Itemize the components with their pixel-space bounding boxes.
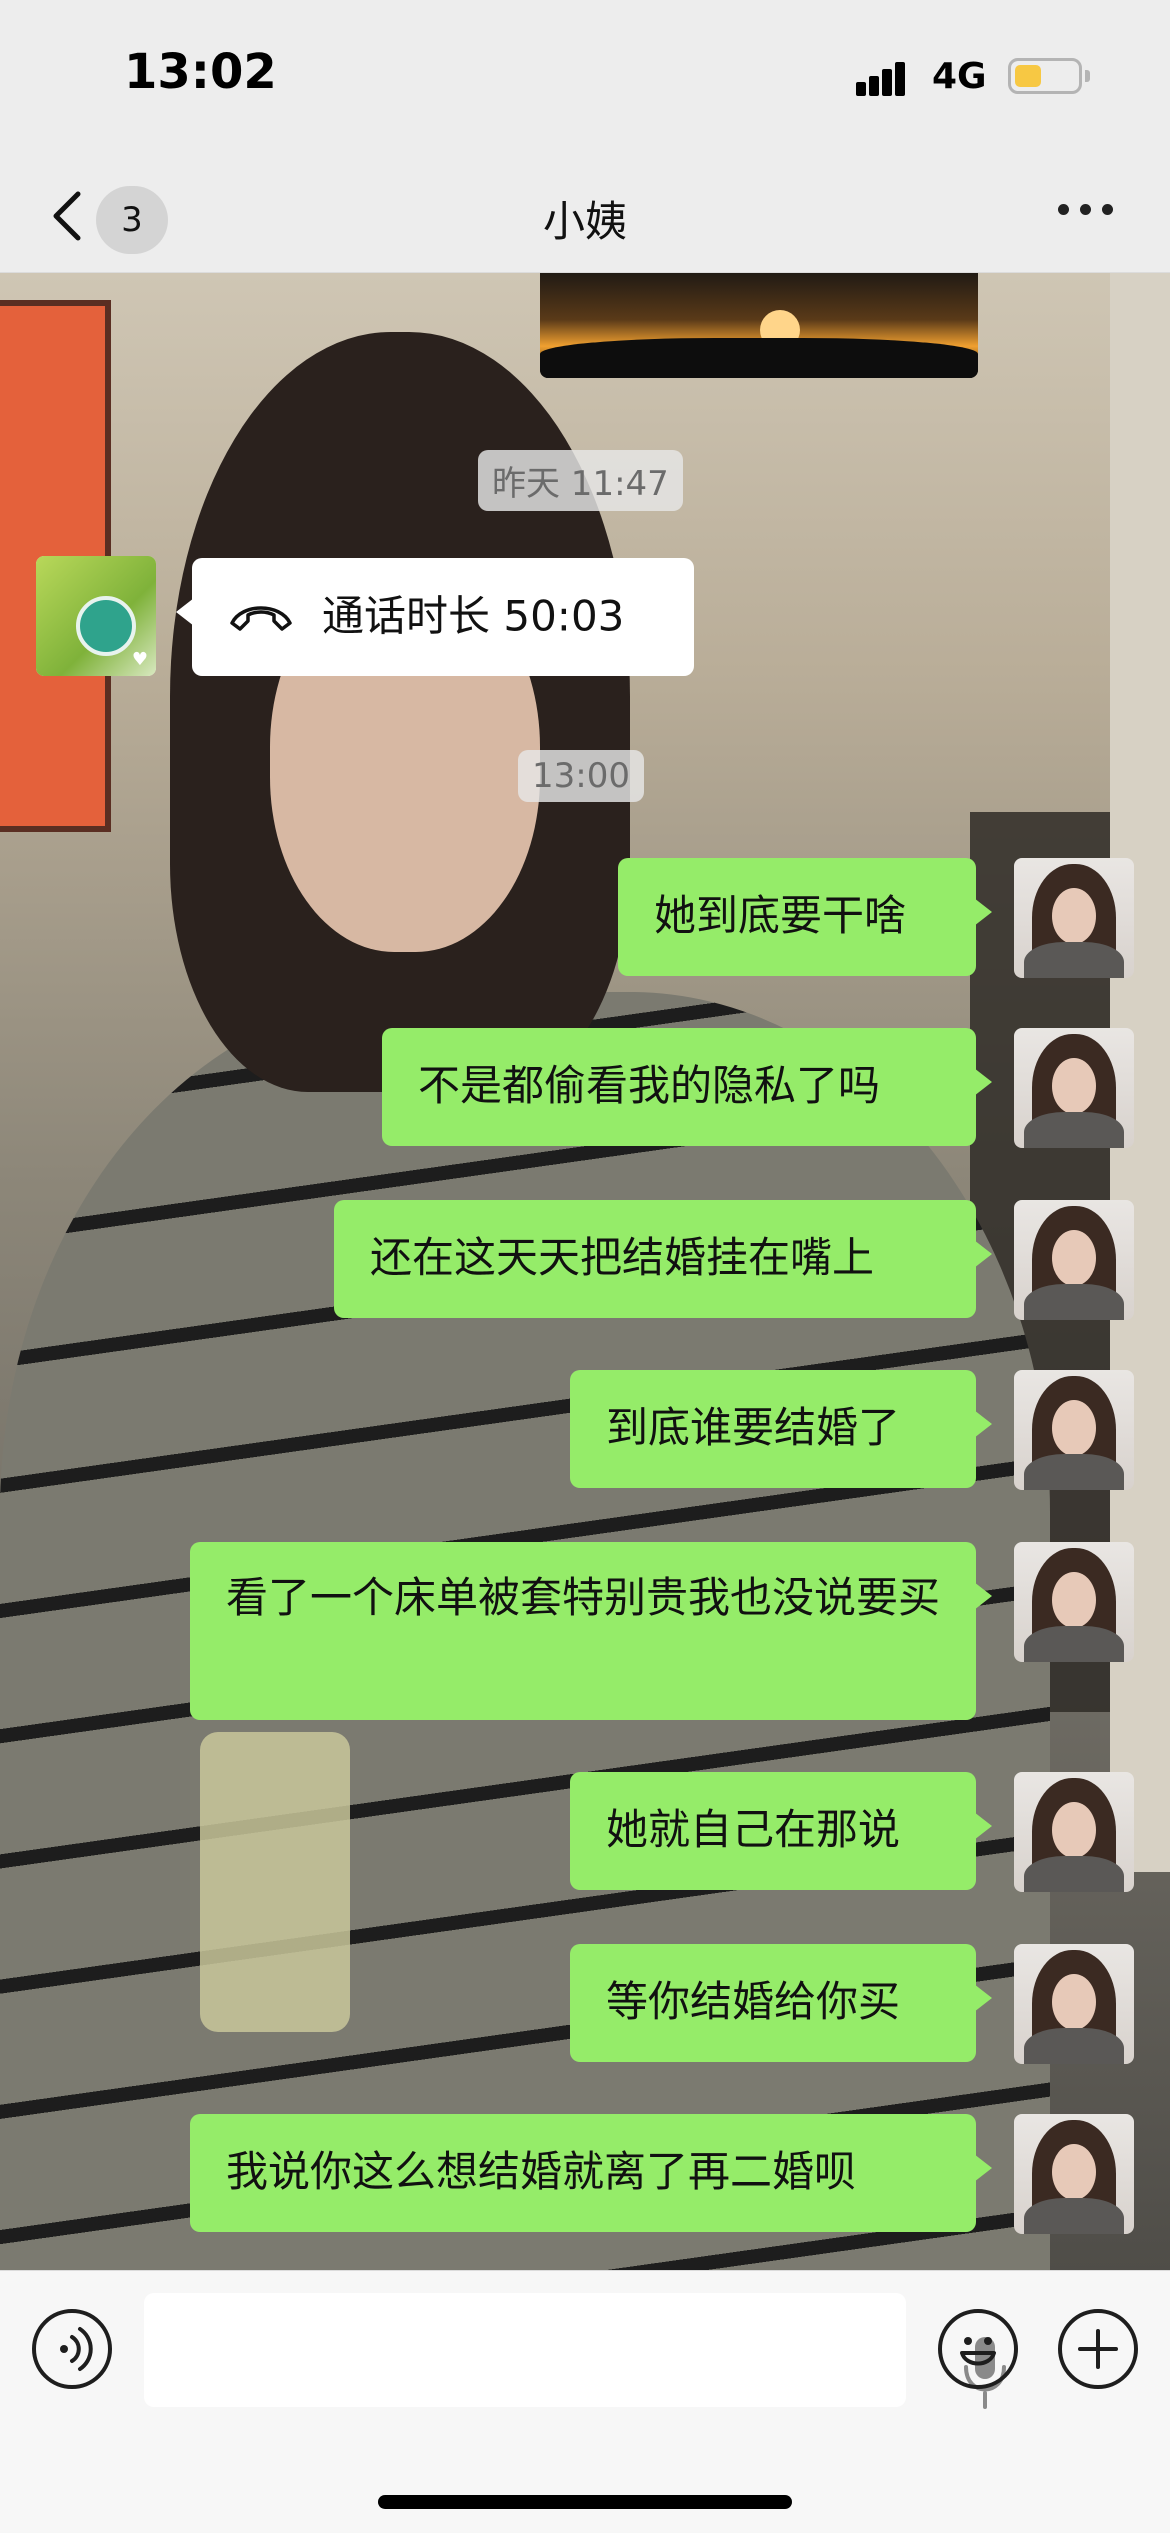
battery-icon bbox=[1008, 58, 1082, 94]
outgoing-message[interactable]: 不是都偷看我的隐私了吗 bbox=[382, 1028, 992, 1146]
outgoing-message[interactable]: 看了一个床单被套特别贵我也没说要买 bbox=[190, 1542, 992, 1720]
plus-icon[interactable] bbox=[1058, 2309, 1138, 2389]
outgoing-message[interactable]: 她到底要干啥 bbox=[618, 858, 992, 976]
image-message[interactable] bbox=[540, 272, 978, 378]
battery-tip bbox=[1085, 70, 1090, 82]
timestamp: 昨天 11:47 bbox=[478, 450, 683, 511]
more-dots-icon[interactable] bbox=[1058, 204, 1114, 224]
heart-icon: ♥ bbox=[131, 649, 148, 670]
home-indicator bbox=[378, 2495, 792, 2509]
message-input[interactable] bbox=[144, 2293, 1006, 2409]
emoji-icon[interactable] bbox=[938, 2309, 1018, 2389]
my-avatar[interactable] bbox=[1014, 2114, 1134, 2234]
network-type: 4G bbox=[932, 56, 987, 97]
outgoing-message[interactable]: 我说你这么想结婚就离了再二婚呗 bbox=[190, 2114, 992, 2232]
outgoing-message[interactable]: 她就自己在那说 bbox=[570, 1772, 992, 1890]
chat-header: 3 小姨 bbox=[0, 160, 1170, 273]
my-avatar[interactable] bbox=[1014, 1370, 1134, 1490]
crowd-silhouette bbox=[540, 338, 978, 378]
outgoing-message[interactable]: 还在这天天把结婚挂在嘴上 bbox=[334, 1200, 992, 1318]
background-cup bbox=[200, 1732, 350, 2032]
status-bar: 13:02 4G bbox=[0, 0, 1170, 160]
my-avatar[interactable] bbox=[1014, 1542, 1134, 1662]
call-record-bubble[interactable]: 通话时长 50:03 bbox=[176, 558, 694, 676]
my-avatar[interactable] bbox=[1014, 1028, 1134, 1148]
contact-avatar[interactable]: ♥ bbox=[36, 556, 156, 676]
my-avatar[interactable] bbox=[1014, 1772, 1134, 1892]
my-avatar[interactable] bbox=[1014, 858, 1134, 978]
voice-mode-icon[interactable] bbox=[32, 2309, 112, 2389]
outgoing-message[interactable]: 等你结婚给你买 bbox=[570, 1944, 992, 2062]
phone-hangup-icon bbox=[230, 605, 292, 631]
timestamp: 13:00 bbox=[518, 750, 644, 802]
my-avatar[interactable] bbox=[1014, 1944, 1134, 2064]
outgoing-message[interactable]: 到底谁要结婚了 bbox=[570, 1370, 992, 1488]
input-bar bbox=[0, 2270, 1170, 2533]
status-time: 13:02 bbox=[124, 44, 277, 100]
call-duration-text: 通话时长 50:03 bbox=[322, 591, 625, 641]
my-avatar[interactable] bbox=[1014, 1200, 1134, 1320]
signal-icon bbox=[856, 60, 916, 96]
chat-title: 小姨 bbox=[542, 197, 627, 246]
